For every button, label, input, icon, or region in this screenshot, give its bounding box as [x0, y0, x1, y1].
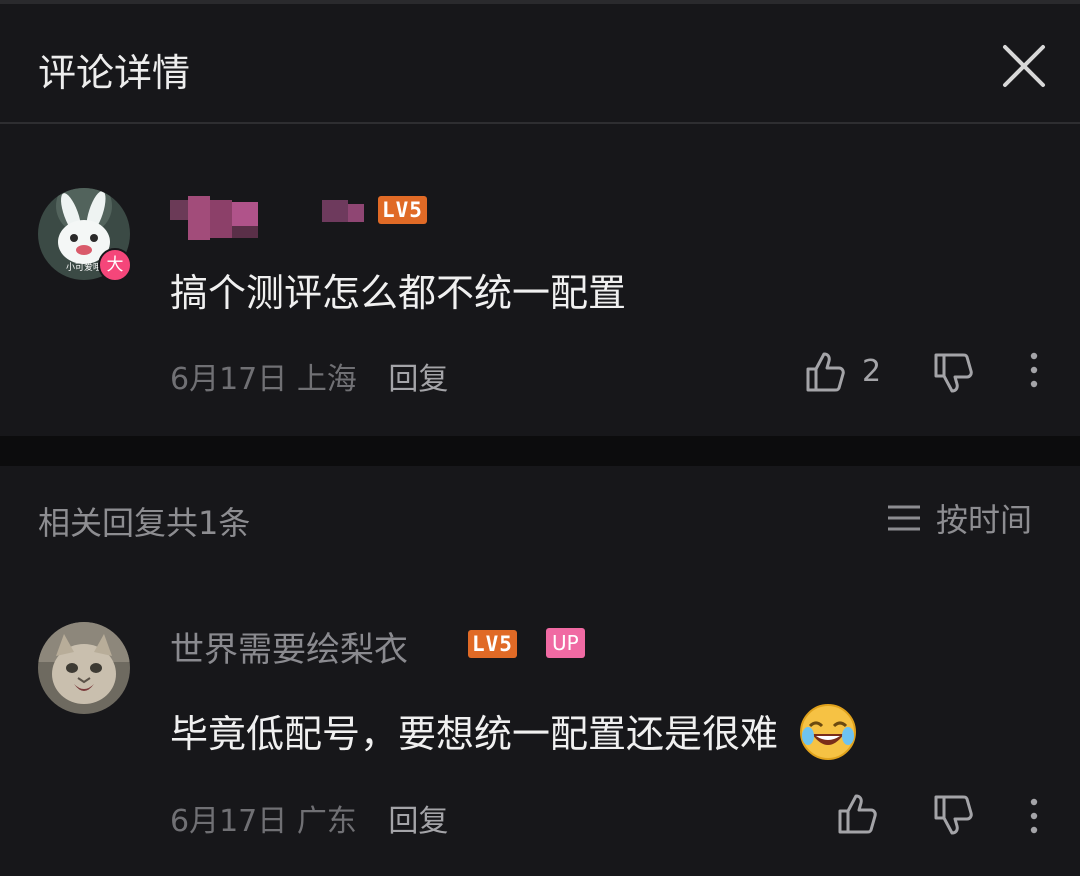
- replies-header: 相关回复共1条 按时间: [0, 466, 1080, 566]
- level-badge: LV5: [378, 196, 427, 224]
- like-count: 2: [862, 354, 882, 389]
- more-options-icon[interactable]: [1022, 796, 1046, 840]
- thumbs-up-icon[interactable]: [804, 350, 848, 398]
- more-options-icon[interactable]: [1022, 350, 1046, 394]
- sort-lines-icon: [888, 505, 920, 531]
- main-comment: 小可爱哦 大 LV5 搞个测评怎么都不统一配置 6月17日 上海 回复 2: [0, 124, 1080, 436]
- comment-date: 6月17日: [170, 362, 288, 397]
- level-badge: LV5: [468, 630, 517, 658]
- reply-text-content: 毕竟低配号，要想统一配置还是很难: [170, 712, 779, 756]
- reply-date: 6月17日: [170, 804, 288, 839]
- comment-meta: 6月17日 上海 回复: [170, 354, 448, 398]
- sort-label: 按时间: [936, 501, 1033, 539]
- reply-comment: 世界需要绘梨衣 LV5 UP 毕竟低配号，要想统一配置还是很难 6月17日 广东…: [0, 566, 1080, 876]
- username[interactable]: 世界需要绘梨衣: [170, 622, 408, 671]
- comment-location: 上海: [296, 362, 357, 397]
- comment-text: 搞个测评怎么都不统一配置: [170, 271, 627, 315]
- svg-text:小可爱哦: 小可爱哦: [66, 261, 102, 273]
- reply-button[interactable]: 回复: [388, 804, 448, 839]
- sort-button[interactable]: 按时间: [886, 496, 1032, 540]
- reply-meta: 6月17日 广东 回复: [170, 796, 448, 840]
- reply-location: 广东: [296, 804, 357, 839]
- thumbs-down-icon[interactable]: [932, 350, 976, 398]
- thumbs-down-icon[interactable]: [932, 792, 976, 840]
- thumbs-up-icon[interactable]: [836, 792, 880, 840]
- close-icon[interactable]: [996, 38, 1052, 94]
- page-title: 评论详情: [38, 51, 191, 95]
- laughing-tears-emoji-icon: [798, 702, 858, 771]
- section-separator: [0, 436, 1080, 466]
- reply-text: 毕竟低配号，要想统一配置还是很难: [170, 702, 858, 771]
- avatar[interactable]: [38, 622, 130, 714]
- replies-count: 相关回复共1条: [38, 504, 251, 542]
- avatar-badge: 大: [98, 248, 132, 282]
- panel-header: 评论详情: [0, 4, 1080, 122]
- reply-button[interactable]: 回复: [388, 362, 448, 397]
- username-redacted: [170, 196, 370, 240]
- up-badge: UP: [546, 628, 585, 658]
